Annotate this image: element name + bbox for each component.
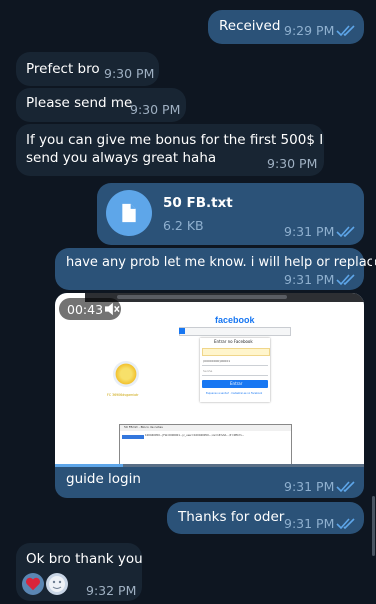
message-bubble-please-send-me[interactable]: Please send me 9:30 PM <box>16 88 186 122</box>
video-login-title: Entrar no Facebook <box>214 339 253 344</box>
message-time: 9:31 PM <box>284 479 335 494</box>
scrollbar-thumb[interactable] <box>372 496 375 556</box>
video-notepad-selection <box>122 435 144 439</box>
reaction-avatar[interactable] <box>46 573 68 595</box>
message-bubble-video[interactable]: facebook Entrar no Facebook (00000000)00… <box>55 293 364 498</box>
video-login-button: Entrar <box>202 380 268 388</box>
video-phone-underline <box>202 365 268 366</box>
read-receipt-icon <box>336 25 355 37</box>
message-bubble-received[interactable]: Received 9:29 PM <box>208 10 364 44</box>
message-text: Received <box>219 18 281 34</box>
video-login-links: Esqueceu a senha? · Cadastrar-se no Face… <box>206 392 263 395</box>
message-time: 9:30 PM <box>267 156 318 171</box>
message-text-line2: send you always great haha <box>26 150 217 166</box>
video-phone-field: (00000000)00001 <box>203 359 231 363</box>
video-duration: 00:43 <box>67 302 104 317</box>
video-login-card: Entrar no Facebook (00000000)00001 Senha… <box>200 338 270 402</box>
video-search-bar <box>179 327 291 336</box>
reaction-heart[interactable] <box>22 573 44 595</box>
file-size: 6.2 KB <box>163 218 204 233</box>
video-login-notice <box>202 348 270 356</box>
file-icon <box>122 203 136 223</box>
video-notepad-line: 100040050...|Fzk:0000001...|c_user=10004… <box>145 434 245 437</box>
video-password-field: Senha <box>203 369 213 373</box>
read-receipt-icon <box>336 226 355 238</box>
message-time: 9:31 PM <box>284 272 335 287</box>
message-time: 9:30 PM <box>130 102 181 117</box>
video-notepad-window: 50 FB.txt - Bloco de notas 100040050...|… <box>119 424 292 467</box>
message-bubble-bonus[interactable]: If you can give me bonus for the first 5… <box>16 124 324 176</box>
message-text: Ok bro thank you <box>26 551 143 567</box>
chat-scrollbar[interactable] <box>372 0 375 604</box>
video-notepad-title: 50 FB.txt - Bloco de notas <box>124 425 163 429</box>
file-name: 50 FB.txt <box>163 195 233 211</box>
video-facebook-logo: facebook <box>215 315 255 325</box>
message-bubble-file[interactable]: 50 FB.txt 6.2 KB 9:31 PM <box>97 183 364 245</box>
video-badge-image <box>113 361 139 387</box>
video-progress-fill <box>55 464 123 467</box>
video-badge-text: FC 36906dvgamiotr <box>107 393 139 397</box>
video-search-icon <box>179 328 185 334</box>
message-bubble-thanks[interactable]: Thanks for oder 9:31 PM <box>167 502 364 534</box>
message-time: 9:29 PM <box>284 23 335 38</box>
message-text: have any prob let me know. i will help o… <box>66 255 376 270</box>
muted-speaker-icon[interactable] <box>104 302 120 316</box>
video-caption: guide login <box>66 471 141 487</box>
message-bubble-ok-bro[interactable]: Ok bro thank you 9:32 PM <box>16 543 143 601</box>
message-time: 9:32 PM <box>86 583 137 598</box>
message-text: Prefect bro <box>26 61 100 77</box>
message-time: 9:30 PM <box>104 66 155 81</box>
video-duration-badge[interactable]: 00:43 <box>59 298 121 320</box>
message-bubble-prefect-bro[interactable]: Prefect bro 9:30 PM <box>16 52 159 86</box>
video-player[interactable]: facebook Entrar no Facebook (00000000)00… <box>55 293 364 467</box>
read-receipt-icon <box>336 518 355 530</box>
read-receipt-icon <box>336 481 355 493</box>
message-text: Please send me <box>26 95 133 111</box>
avatar-icon <box>49 576 65 592</box>
video-progress-track[interactable] <box>55 464 364 467</box>
file-download-button[interactable] <box>106 190 152 236</box>
message-bubble-help[interactable]: have any prob let me know. i will help o… <box>55 248 376 290</box>
message-text: Thanks for oder <box>178 509 285 525</box>
video-password-underline <box>202 375 268 376</box>
message-time: 9:31 PM <box>284 224 335 239</box>
video-login-button-label: Entrar <box>230 381 243 386</box>
video-address-bar <box>117 295 287 299</box>
heart-emoji-icon <box>26 577 40 591</box>
message-time: 9:31 PM <box>284 516 335 531</box>
read-receipt-icon <box>336 274 355 286</box>
